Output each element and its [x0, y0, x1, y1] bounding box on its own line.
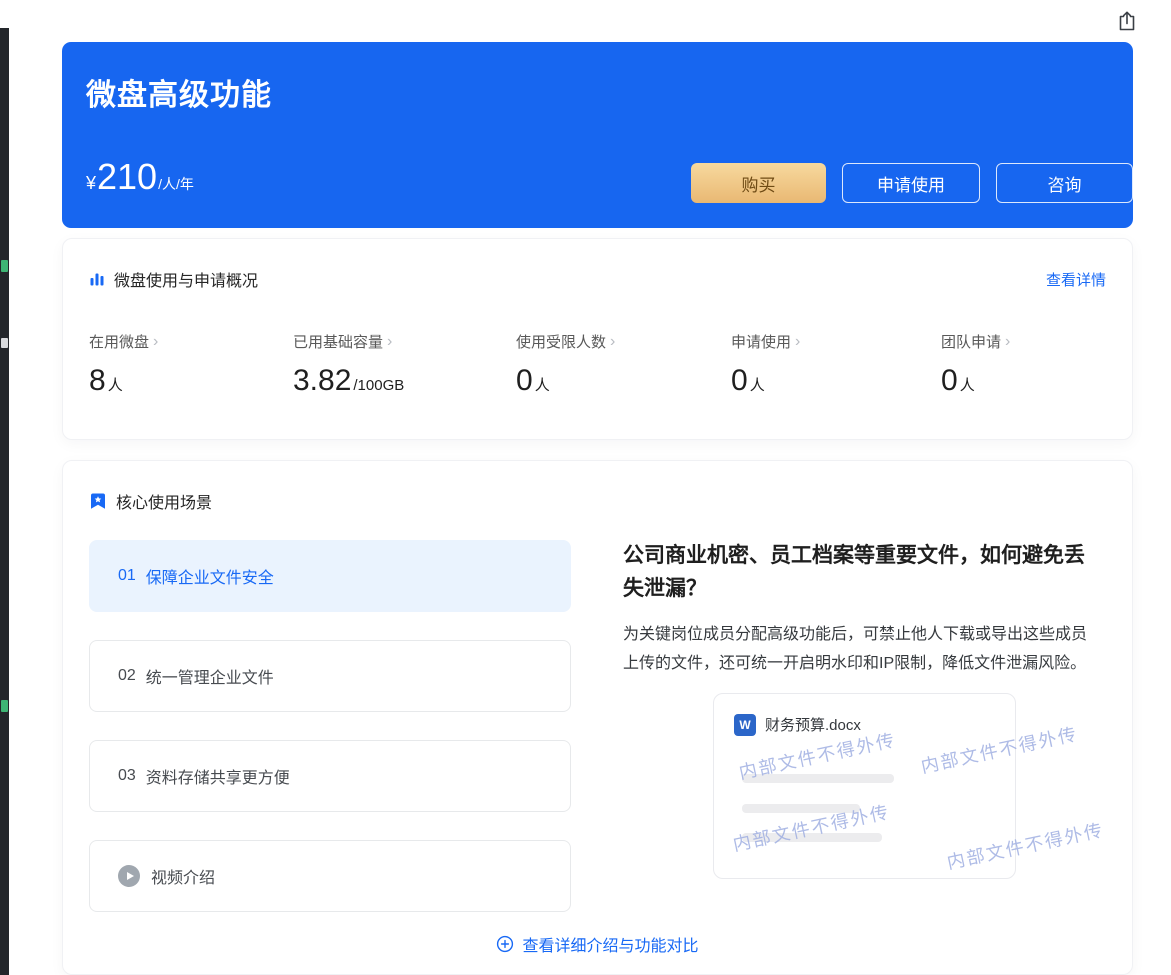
price-unit: /人/年 — [158, 176, 194, 192]
page-title: 微盘高级功能 — [86, 79, 272, 112]
core-scenarios-card: 核心使用场景 01 保障企业文件安全 02 统一管理企业文件 03 资料存储共享… — [62, 460, 1133, 975]
view-details-link[interactable]: 查看详情 — [1046, 269, 1106, 290]
consult-button[interactable]: 咨询 — [996, 163, 1133, 203]
price-value: 210 — [97, 156, 158, 197]
scenario-detail-panel: 公司商业机密、员工档案等重要文件，如何避免丢失泄漏？ 为关键岗位成员分配高级功能… — [623, 540, 1106, 912]
stat-label-link[interactable]: 申请使用 › — [731, 331, 941, 352]
scenarios-card-title: 核心使用场景 — [116, 495, 213, 512]
price: ¥ 210 /人/年 — [86, 156, 194, 198]
scenario-tab-storage-sharing[interactable]: 03 资料存储共享更方便 — [89, 740, 571, 812]
stat-label: 团队申请 — [941, 334, 1002, 351]
stat-number: 3.82 — [293, 364, 352, 397]
stat-value: 3.82 /100GB — [293, 364, 516, 398]
stat-team-apply: 团队申请 › 0 人 — [941, 331, 1010, 398]
stat-number: 0 — [516, 364, 533, 397]
placeholder-text-line — [742, 832, 882, 842]
scenario-label: 保障企业文件安全 — [145, 570, 274, 587]
scenario-heading: 公司商业机密、员工档案等重要文件，如何避免丢失泄漏？ — [623, 544, 1085, 600]
stat-label-link[interactable]: 已用基础容量 › — [293, 331, 516, 352]
stat-suffix: 人 — [959, 377, 975, 394]
bookmark-star-icon — [91, 493, 105, 509]
document-mockup: W 财务预算.docx — [713, 692, 1016, 879]
video-intro-label: 视频介绍 — [151, 870, 216, 887]
window-sliver-fragment — [1, 338, 8, 348]
share-button[interactable] — [1113, 7, 1141, 35]
stat-suffix: 人 — [749, 377, 765, 394]
document-filename: 财务预算.docx — [765, 717, 861, 735]
chevron-right-icon: › — [153, 332, 159, 350]
stat-used-capacity: 已用基础容量 › 3.82 /100GB — [293, 331, 516, 398]
stat-label: 已用基础容量 — [293, 334, 384, 351]
hero-button-group: 购买 申请使用 咨询 — [691, 163, 1133, 203]
video-intro-item[interactable]: 视频介绍 — [89, 840, 571, 912]
word-file-icon: W — [734, 713, 756, 736]
scenario-tab-file-security[interactable]: 01 保障企业文件安全 — [89, 540, 571, 612]
scenario-tab-list: 01 保障企业文件安全 02 统一管理企业文件 03 资料存储共享更方便 视频介… — [89, 540, 571, 912]
chevron-right-icon: › — [610, 332, 616, 350]
window-sliver-fragment — [1, 260, 8, 272]
circle-plus-icon — [497, 935, 514, 953]
stat-suffix: 人 — [534, 377, 550, 394]
price-currency: ¥ — [86, 173, 97, 193]
background-window-edge[interactable] — [0, 28, 9, 975]
overview-card-title: 微盘使用与申请概况 — [114, 273, 259, 290]
scenario-description: 为关键岗位成员分配高级功能后，可禁止他人下载或导出这些成员上传的文件，还可统一开… — [623, 626, 1088, 672]
stat-value: 0 人 — [731, 364, 941, 398]
share-export-icon — [1119, 11, 1135, 31]
document-illustration: W 财务预算.docx 内部文件不得外传 内部文件不得外传 内部文件不得外传 内… — [713, 689, 1106, 885]
stat-apply-usage: 申请使用 › 0 人 — [731, 331, 941, 398]
play-icon — [118, 865, 140, 887]
scenario-tab-unified-management[interactable]: 02 统一管理企业文件 — [89, 640, 571, 712]
feature-compare-link[interactable]: 查看详细介绍与功能对比 — [63, 932, 1132, 956]
premium-feature-banner: 微盘高级功能 ¥ 210 /人/年 购买 申请使用 咨询 — [62, 42, 1133, 228]
stat-number: 0 — [731, 364, 748, 397]
scenarios-card-header: 核心使用场景 — [89, 489, 1106, 513]
stat-restricted-users: 使用受限人数 › 0 人 — [516, 331, 731, 398]
scenario-label: 统一管理企业文件 — [145, 670, 274, 687]
bar-chart-icon — [90, 273, 104, 286]
usage-overview-card: 微盘使用与申请概况 查看详情 在用微盘 › 8 人 已用基础容量 › 3.82 … — [62, 238, 1133, 440]
scenario-label: 资料存储共享更方便 — [145, 770, 290, 787]
stat-label-link[interactable]: 在用微盘 › — [89, 331, 293, 352]
stat-number: 0 — [941, 364, 958, 397]
stat-label-link[interactable]: 使用受限人数 › — [516, 331, 731, 352]
stat-label: 在用微盘 — [89, 334, 150, 351]
buy-button[interactable]: 购买 — [691, 163, 826, 203]
feature-compare-label: 查看详细介绍与功能对比 — [522, 938, 699, 955]
stat-label: 使用受限人数 — [516, 334, 607, 351]
placeholder-text-line — [742, 773, 894, 783]
document-header: W 财务预算.docx — [734, 713, 861, 736]
chevron-right-icon: › — [795, 332, 801, 350]
scenarios-body: 01 保障企业文件安全 02 统一管理企业文件 03 资料存储共享更方便 视频介… — [89, 540, 1106, 912]
apply-button[interactable]: 申请使用 — [842, 163, 980, 203]
scenario-index: 01 — [118, 567, 136, 584]
stat-value: 0 人 — [941, 364, 1010, 398]
placeholder-text-line — [742, 803, 860, 813]
stat-suffix: 人 — [107, 377, 123, 394]
stat-active-drive: 在用微盘 › 8 人 — [89, 331, 293, 398]
scenario-index: 03 — [118, 767, 136, 784]
chevron-right-icon: › — [387, 332, 393, 350]
stats-row: 在用微盘 › 8 人 已用基础容量 › 3.82 /100GB 使用受限人数 › — [89, 331, 1106, 398]
stat-value: 8 人 — [89, 364, 293, 398]
stat-label-link[interactable]: 团队申请 › — [941, 331, 1010, 352]
stat-number: 8 — [89, 364, 106, 397]
stat-suffix: /100GB — [353, 377, 405, 394]
overview-card-header: 微盘使用与申请概况 查看详情 — [89, 267, 1106, 291]
stat-label: 申请使用 — [731, 334, 792, 351]
chevron-right-icon: › — [1005, 332, 1011, 350]
stat-value: 0 人 — [516, 364, 731, 398]
scenario-index: 02 — [118, 667, 136, 684]
window-sliver-fragment — [1, 700, 8, 712]
